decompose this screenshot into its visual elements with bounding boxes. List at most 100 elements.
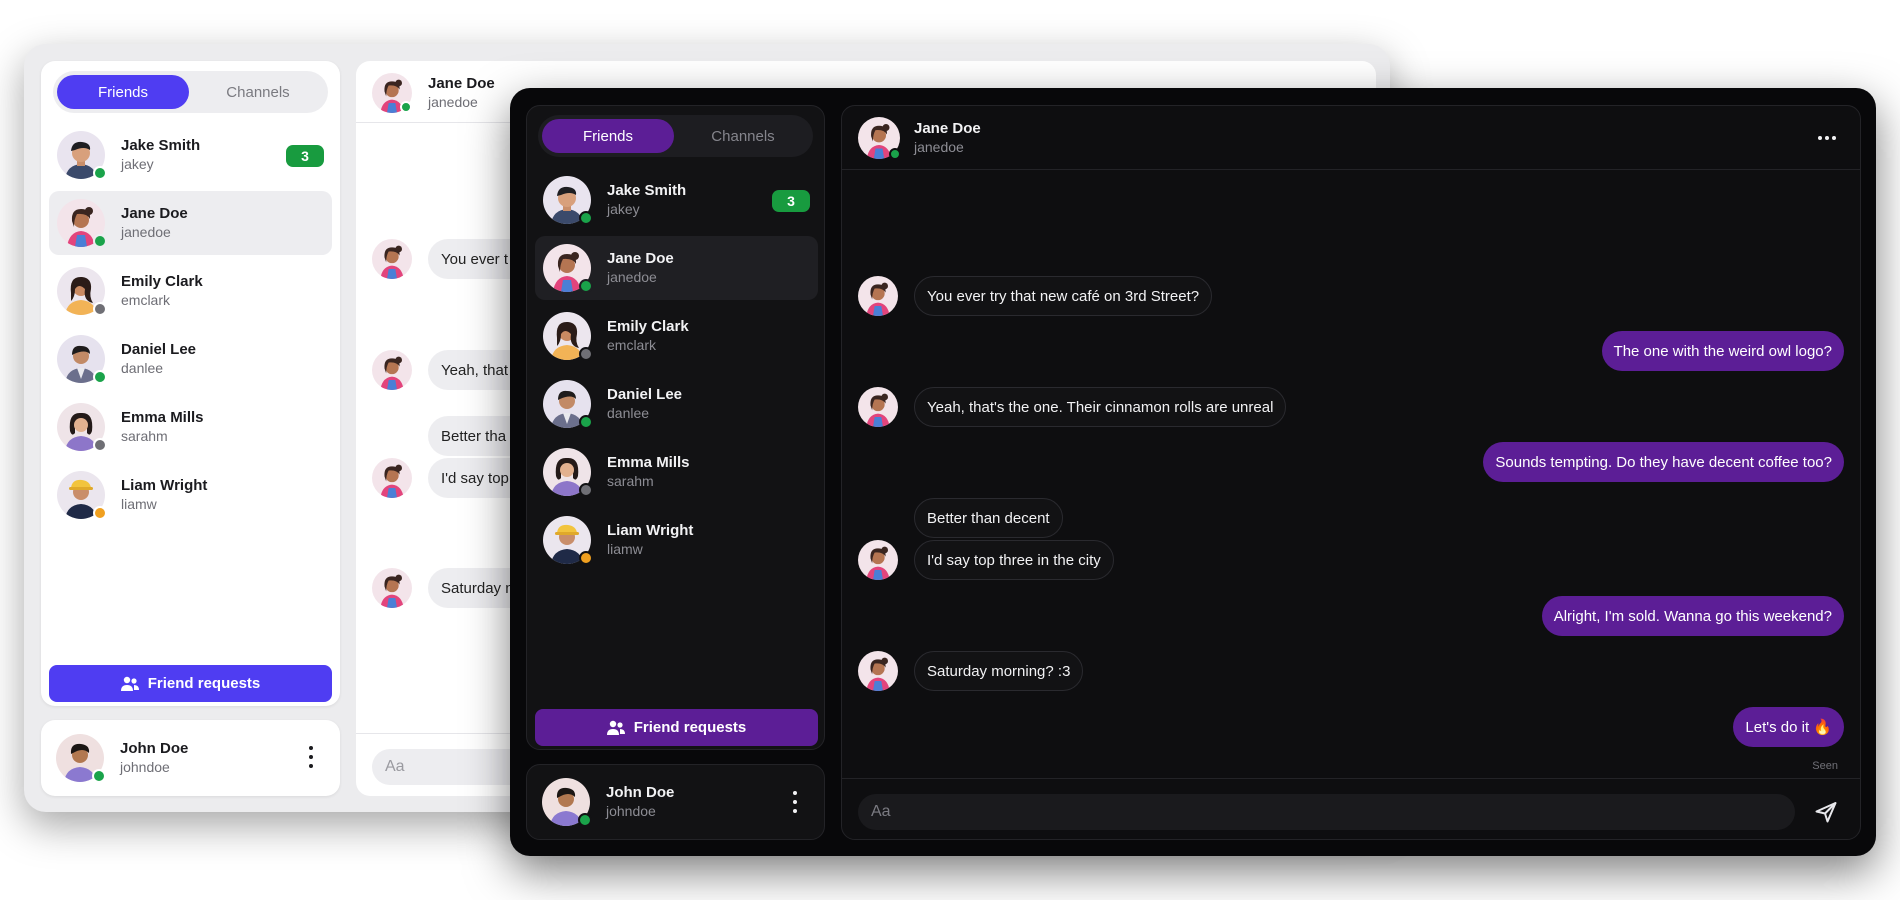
chat-panel: Jane Doe janedoe You ever try that new c… xyxy=(841,105,1861,840)
friend-name: Liam Wright xyxy=(121,477,208,494)
status-online-dot xyxy=(400,101,412,113)
friend-name: Emily Clark xyxy=(607,318,689,335)
status-offline-dot xyxy=(93,438,107,452)
friend-username: emclark xyxy=(121,292,171,308)
chat-contact-name: Jane Doe xyxy=(428,75,495,92)
friend-item-jake-smith[interactable]: Jake Smith jakey 3 xyxy=(49,123,332,187)
seen-indicator: Seen xyxy=(1812,760,1838,772)
current-user-name: John Doe xyxy=(120,740,189,757)
tab-friends[interactable]: Friends xyxy=(542,119,674,153)
unread-badge: 3 xyxy=(772,190,810,212)
friend-item-liam-wright[interactable]: Liam Wright liamw xyxy=(49,463,332,527)
avatar xyxy=(858,651,898,691)
current-user-name: John Doe xyxy=(606,784,675,801)
avatar xyxy=(372,568,412,608)
friends-list: Jake Smith jakey 3 Jane Doe janedoe Emil… xyxy=(535,168,818,576)
friend-item-daniel-lee[interactable]: Daniel Lee danlee xyxy=(49,327,332,391)
friend-name: Daniel Lee xyxy=(607,386,683,403)
status-online-dot xyxy=(92,769,106,783)
friend-name: Liam Wright xyxy=(607,522,694,539)
message-bubble-sent: Let's do it 🔥 xyxy=(1733,707,1844,747)
sidebar-tabs: Friends Channels xyxy=(538,115,813,157)
chat-contact-name: Jane Doe xyxy=(914,120,981,137)
message-bubble-received: Saturday morning? :3 xyxy=(914,651,1084,691)
friends-list: Jake Smith jakey 3 Jane Doe janedoe Emil… xyxy=(49,123,332,531)
status-offline-dot xyxy=(93,302,107,316)
divider xyxy=(842,778,1860,779)
friend-name: Emma Mills xyxy=(607,454,690,471)
friend-item-liam-wright[interactable]: Liam Wright liamw xyxy=(535,508,818,572)
tab-friends[interactable]: Friends xyxy=(57,75,189,109)
chat-header: Jane Doe janedoe xyxy=(842,106,1860,170)
friends-sidebar: Friends Channels Jake Smith jakey 3 Jane… xyxy=(526,105,825,750)
status-offline-dot xyxy=(579,347,593,361)
current-user-card: John Doe johndoe xyxy=(526,764,825,840)
message-bubble-received: Yeah, that's the one. Their cinnamon rol… xyxy=(914,387,1287,427)
message-input[interactable]: Aa xyxy=(858,794,1795,830)
status-offline-dot xyxy=(579,483,593,497)
friend-name: Jane Doe xyxy=(121,205,188,222)
unread-badge: 3 xyxy=(286,145,324,167)
message-bubble-sent: Sounds tempting. Do they have decent cof… xyxy=(1483,442,1844,482)
friend-username: jakey xyxy=(607,201,640,217)
more-options-icon[interactable] xyxy=(308,746,314,768)
friend-item-emma-mills[interactable]: Emma Mills sarahm xyxy=(49,395,332,459)
friend-requests-label: Friend requests xyxy=(147,675,261,692)
avatar xyxy=(372,350,412,390)
friend-item-jane-doe[interactable]: Jane Doe janedoe xyxy=(535,236,818,300)
status-online-dot xyxy=(579,279,593,293)
status-online-dot xyxy=(579,211,593,225)
friend-item-emily-clark[interactable]: Emily Clark emclark xyxy=(49,259,332,323)
sidebar-tabs: Friends Channels xyxy=(53,71,328,113)
more-horizontal-icon[interactable] xyxy=(1818,136,1836,140)
friend-username: sarahm xyxy=(121,428,168,444)
message-bubble-received: You ever try that new café on 3rd Street… xyxy=(914,276,1213,316)
chat-contact-username: janedoe xyxy=(914,139,964,155)
status-online-dot xyxy=(579,415,593,429)
message-bubble-sent: Alright, I'm sold. Wanna go this weekend… xyxy=(1541,596,1844,636)
friend-name: Emma Mills xyxy=(121,409,204,426)
status-away-dot xyxy=(579,551,593,565)
tab-channels[interactable]: Channels xyxy=(192,75,324,109)
friend-username: liamw xyxy=(607,541,643,557)
friend-username: emclark xyxy=(607,337,657,353)
status-away-dot xyxy=(93,506,107,520)
friend-requests-label: Friend requests xyxy=(633,719,747,736)
avatar xyxy=(858,387,898,427)
avatar xyxy=(858,276,898,316)
status-online-dot xyxy=(93,166,107,180)
users-icon xyxy=(606,720,625,735)
friend-item-jake-smith[interactable]: Jake Smith jakey 3 xyxy=(535,168,818,232)
avatar xyxy=(372,458,412,498)
friend-name: Jake Smith xyxy=(607,182,687,199)
friend-username: janedoe xyxy=(607,269,657,285)
friend-username: danlee xyxy=(121,360,164,376)
chat-contact-username: janedoe xyxy=(428,94,478,110)
friend-username: janedoe xyxy=(121,224,171,240)
friend-item-emily-clark[interactable]: Emily Clark emclark xyxy=(535,304,818,368)
friend-requests-button[interactable]: Friend requests xyxy=(49,665,332,702)
friends-sidebar: Friends Channels Jake Smith jakey 3 Jane… xyxy=(41,61,340,706)
status-online-dot xyxy=(889,148,901,160)
status-online-dot xyxy=(93,234,107,248)
friend-item-daniel-lee[interactable]: Daniel Lee danlee xyxy=(535,372,818,436)
more-options-icon[interactable] xyxy=(792,791,798,813)
friend-requests-button[interactable]: Friend requests xyxy=(535,709,818,746)
friend-username: sarahm xyxy=(607,473,654,489)
friend-name: Emily Clark xyxy=(121,273,203,290)
friend-username: liamw xyxy=(121,496,157,512)
friend-username: danlee xyxy=(607,405,650,421)
current-user-username: johndoe xyxy=(120,759,170,775)
current-user-username: johndoe xyxy=(606,803,656,819)
current-user-card: John Doe johndoe xyxy=(41,720,340,796)
friend-username: jakey xyxy=(121,156,154,172)
friend-name: Daniel Lee xyxy=(121,341,197,358)
friend-item-jane-doe[interactable]: Jane Doe janedoe xyxy=(49,191,332,255)
users-icon xyxy=(120,676,139,691)
tab-channels[interactable]: Channels xyxy=(677,119,809,153)
send-icon[interactable] xyxy=(1814,800,1838,824)
avatar xyxy=(372,239,412,279)
friend-item-emma-mills[interactable]: Emma Mills sarahm xyxy=(535,440,818,504)
avatar xyxy=(858,540,898,580)
message-bubble-sent: The one with the weird owl logo? xyxy=(1601,331,1844,371)
